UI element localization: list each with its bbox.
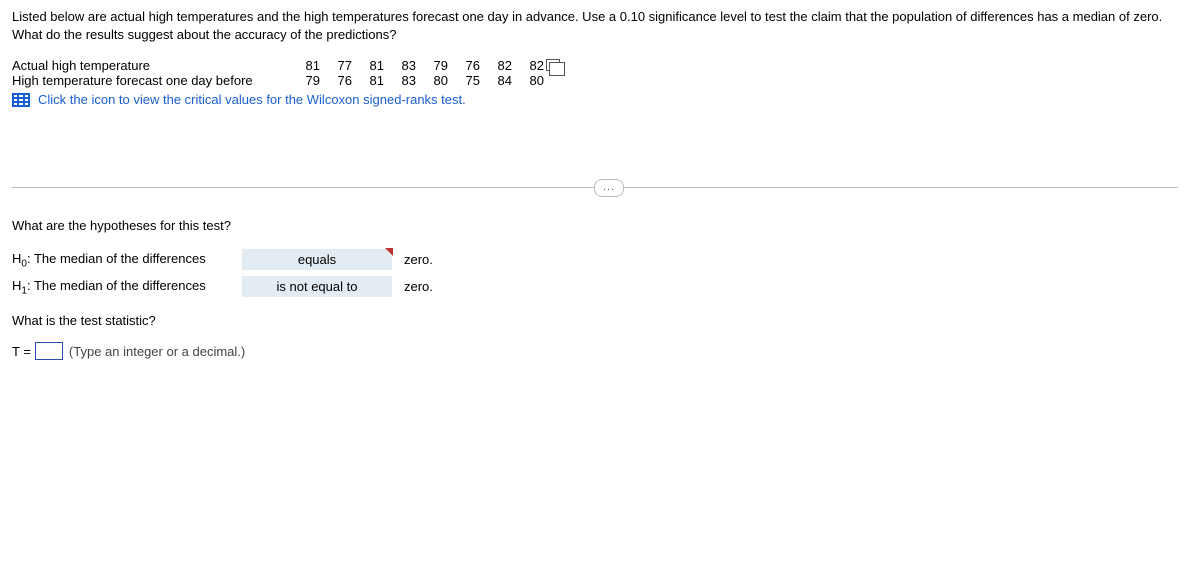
cell: 84 [484,73,512,88]
cell: 76 [452,58,480,73]
copy-icon[interactable] [546,59,560,71]
h0-relation-select[interactable]: equals [242,249,392,270]
h1-row: H1: The median of the differences is not… [12,276,1178,297]
row-values-actual: 81 77 81 83 79 76 82 82 [292,58,548,73]
cell: 77 [324,58,352,73]
hypotheses-section: What are the hypotheses for this test? H… [12,218,1178,297]
content-divider: ... [12,187,1178,188]
intro-line-1: Listed below are actual high temperature… [12,8,1178,26]
h1-after: zero. [404,279,433,294]
h0-text: : The median of the differences [27,251,206,266]
row-values-forecast: 79 76 81 83 80 75 84 80 [292,73,548,88]
cell: 81 [356,58,384,73]
cell: 81 [292,58,320,73]
critical-values-link-row[interactable]: Click the icon to view the critical valu… [12,92,1178,107]
expand-button[interactable]: ... [594,179,624,197]
h1-text: : The median of the differences [27,278,206,293]
h1-letter: H [12,278,21,293]
test-statistic-question: What is the test statistic? [12,313,1178,328]
cell: 82 [516,58,544,73]
cell: 83 [388,73,416,88]
cell: 83 [388,58,416,73]
cell: 81 [356,73,384,88]
h0-label: H0: The median of the differences [12,251,242,270]
t-value-input[interactable] [35,342,63,360]
cell: 80 [420,73,448,88]
h0-letter: H [12,251,21,266]
h1-label: H1: The median of the differences [12,278,242,297]
test-statistic-section: What is the test statistic? T = (Type an… [12,313,1178,360]
hypotheses-question: What are the hypotheses for this test? [12,218,1178,233]
intro-line-2: What do the results suggest about the ac… [12,26,1178,44]
input-hint: (Type an integer or a decimal.) [69,344,245,359]
table-icon[interactable] [12,93,30,107]
t-input-row: T = (Type an integer or a decimal.) [12,342,1178,360]
h0-row: H0: The median of the differences equals… [12,249,1178,270]
cell: 79 [420,58,448,73]
cell: 82 [484,58,512,73]
t-equals-label: T = [12,344,31,359]
critical-values-link[interactable]: Click the icon to view the critical valu… [38,92,466,107]
cell: 76 [324,73,352,88]
h1-relation-select[interactable]: is not equal to [242,276,392,297]
cell: 79 [292,73,320,88]
cell: 80 [516,73,544,88]
h0-after: zero. [404,252,433,267]
row-label-forecast: High temperature forecast one day before [12,73,292,88]
table-row: Actual high temperature 81 77 81 83 79 7… [12,58,1178,73]
row-label-actual: Actual high temperature [12,58,292,73]
data-table: Actual high temperature 81 77 81 83 79 7… [12,58,1178,88]
table-row: High temperature forecast one day before… [12,73,1178,88]
problem-text: Listed below are actual high temperature… [12,8,1178,44]
cell: 75 [452,73,480,88]
